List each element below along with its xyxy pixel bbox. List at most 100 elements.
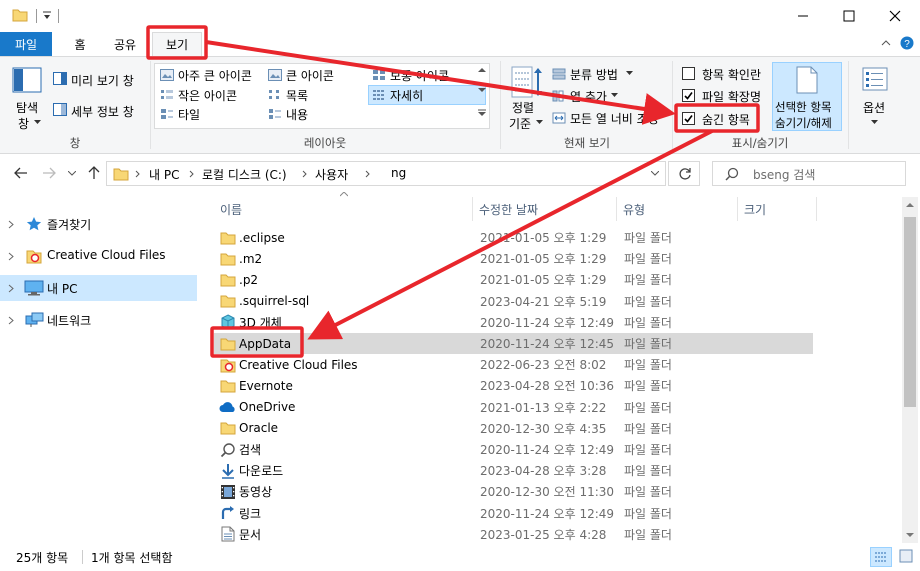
file-row[interactable]: .m2 2021-01-05 오후 1:29 파일 폴더: [214, 248, 813, 269]
sort-by-label-1[interactable]: 정렬: [512, 99, 534, 116]
layout-medium-icons[interactable]: 보통 아이콘: [390, 67, 449, 84]
scroll-down-icon[interactable]: [906, 533, 914, 538]
tab-file[interactable]: 파일: [0, 32, 52, 56]
file-date: 2020-12-30 오후 4:35: [480, 421, 607, 436]
item-checkboxes-checkbox[interactable]: [682, 67, 695, 80]
preview-pane-button[interactable]: 미리 보기 창: [71, 72, 134, 89]
layout-small-icons[interactable]: 작은 아이콘: [178, 87, 237, 104]
scrollbar-thumb[interactable]: [904, 217, 916, 407]
forward-arrow-icon[interactable]: [42, 167, 56, 179]
refresh-button[interactable]: [668, 161, 700, 186]
breadcrumb-users[interactable]: 사용자: [315, 166, 348, 183]
recent-locations-icon[interactable]: [68, 171, 76, 176]
chevron-right-icon[interactable]: [8, 284, 14, 293]
close-button[interactable]: [872, 0, 918, 32]
file-row[interactable]: Evernote 2023-04-28 오전 10:36 파일 폴더: [214, 375, 813, 396]
column-header-size[interactable]: 크기: [738, 197, 816, 221]
file-row[interactable]: OneDrive 2021-01-13 오후 2:22 파일 폴더: [214, 397, 813, 418]
file-row[interactable]: Creative Cloud Files 2022-06-23 오전 8:02 파일…: [214, 354, 813, 375]
layout-list[interactable]: 목록: [286, 87, 308, 104]
file-row[interactable]: 문서 2023-01-25 오후 4:28 파일 폴더: [214, 524, 813, 545]
quick-access-dropdown-icon[interactable]: [42, 10, 52, 20]
gallery-expand-icon[interactable]: [478, 109, 486, 117]
file-row[interactable]: .squirrel-sql 2023-04-21 오후 5:19 파일 폴더: [214, 291, 813, 312]
file-row[interactable]: 3D 개체 2020-11-24 오후 12:49 파일 폴더: [214, 312, 813, 333]
search-box[interactable]: bseng 검색: [712, 161, 906, 186]
hidden-items-label[interactable]: 숨긴 항목: [702, 111, 750, 128]
column-header-type-label: 유형: [623, 202, 646, 217]
breadcrumb-separator-icon[interactable]: [189, 170, 195, 178]
address-bar[interactable]: 내 PC 로컬 디스크 (C:) 사용자 ng: [106, 161, 666, 186]
tab-share[interactable]: 공유: [110, 32, 140, 56]
nav-item-network[interactable]: 네트워크: [0, 307, 197, 333]
layout-large-icons[interactable]: 큰 아이콘: [286, 67, 334, 84]
column-header-type[interactable]: 유형: [617, 197, 737, 221]
large-icons-view-button[interactable]: [896, 547, 916, 567]
layout-details[interactable]: 자세히: [390, 87, 423, 104]
chevron-right-icon[interactable]: [8, 252, 14, 261]
maximize-button[interactable]: [826, 0, 872, 32]
minimize-button[interactable]: [780, 0, 826, 32]
creative-cloud-icon: [219, 354, 237, 375]
chevron-up-icon[interactable]: [880, 38, 892, 48]
breadcrumb-separator-icon[interactable]: [365, 170, 371, 178]
file-row[interactable]: 링크 2020-11-24 오후 12:49 파일 폴더: [214, 503, 813, 524]
group-by-button[interactable]: 분류 방법: [570, 66, 618, 83]
breadcrumb-separator-icon[interactable]: [302, 170, 308, 178]
back-arrow-icon[interactable]: [14, 167, 28, 179]
breadcrumb-user-folder[interactable]: ng: [391, 166, 406, 180]
column-header-name[interactable]: 이름: [214, 197, 472, 221]
file-row[interactable]: 동영상 2020-12-30 오전 11:30 파일 폴더: [214, 481, 813, 502]
chevron-right-icon[interactable]: [8, 316, 14, 325]
tab-view[interactable]: 보기: [152, 32, 202, 56]
breadcrumb-this-pc[interactable]: 내 PC: [149, 166, 179, 183]
details-pane-button[interactable]: 세부 정보 창: [71, 103, 134, 120]
sort-by-label-2[interactable]: 기준: [509, 115, 531, 132]
ribbon: 탐색 창 미리 보기 창 세부 정보 창 창 아주 큰 아이콘 큰 아이콘 보통…: [0, 56, 920, 154]
file-extensions-label[interactable]: 파일 확장명: [702, 88, 761, 105]
item-checkboxes-label[interactable]: 항목 확인란: [702, 66, 761, 83]
file-row[interactable]: Oracle 2020-12-30 오후 4:35 파일 폴더: [214, 418, 813, 439]
documents-icon: [219, 524, 237, 545]
tab-home[interactable]: 홈: [68, 32, 92, 56]
navigation-pane-label-2[interactable]: 창: [18, 115, 29, 132]
file-row[interactable]: 다운로드 2023-04-28 오후 3:28 파일 폴더: [214, 460, 813, 481]
details-view-button[interactable]: [870, 547, 892, 567]
gallery-scroll-down-icon[interactable]: [478, 87, 486, 93]
chevron-right-icon[interactable]: [8, 220, 14, 229]
options-button[interactable]: 옵션: [863, 99, 885, 116]
divider: [82, 550, 83, 564]
gallery-scroll-up-icon[interactable]: [478, 67, 486, 73]
divider: [672, 61, 673, 149]
column-divider[interactable]: [816, 197, 817, 221]
layout-content[interactable]: 내용: [286, 106, 308, 123]
nav-item-creative-cloud[interactable]: Creative Cloud Files: [0, 243, 197, 269]
nav-item-this-pc[interactable]: 내 PC: [0, 275, 197, 301]
file-row[interactable]: 검색 2020-11-24 오후 12:49 파일 폴더: [214, 439, 813, 460]
navigation-pane-icon[interactable]: [12, 67, 42, 93]
layout-tiles[interactable]: 타일: [178, 106, 200, 123]
vertical-scrollbar[interactable]: [902, 197, 918, 543]
column-header-date[interactable]: 수정한 날짜: [473, 197, 616, 221]
help-icon[interactable]: ?: [900, 36, 914, 50]
breadcrumb-separator-icon[interactable]: [135, 170, 141, 178]
layout-extra-large-icons[interactable]: 아주 큰 아이콘: [178, 67, 252, 84]
file-row[interactable]: .p2 2021-01-05 오후 1:29 파일 폴더: [214, 269, 813, 290]
sort-by-icon[interactable]: [510, 65, 544, 99]
address-history-dropdown-icon[interactable]: [651, 171, 659, 176]
file-extensions-checkbox[interactable]: [682, 89, 695, 102]
breadcrumb-local-disk[interactable]: 로컬 디스크 (C:): [202, 166, 287, 183]
details-pane-icon[interactable]: [53, 103, 67, 116]
add-columns-button[interactable]: 열 추가: [570, 88, 607, 105]
scroll-up-icon[interactable]: [906, 202, 914, 207]
hidden-items-checkbox[interactable]: [682, 112, 695, 125]
nav-item-quick-access[interactable]: 즐겨찾기: [0, 211, 197, 237]
file-row[interactable]: .eclipse 2021-01-05 오후 1:29 파일 폴더: [214, 227, 813, 248]
up-arrow-icon[interactable]: [88, 166, 100, 180]
size-all-columns-button[interactable]: 모든 열 너비 조정: [570, 110, 659, 127]
options-icon[interactable]: [862, 67, 888, 91]
folder-icon: [219, 227, 237, 248]
file-row[interactable]: AppData 2020-11-24 오후 12:45 파일 폴더: [214, 333, 813, 354]
preview-pane-icon[interactable]: [53, 72, 67, 85]
navigation-pane-label-1[interactable]: 탐색: [16, 99, 38, 116]
